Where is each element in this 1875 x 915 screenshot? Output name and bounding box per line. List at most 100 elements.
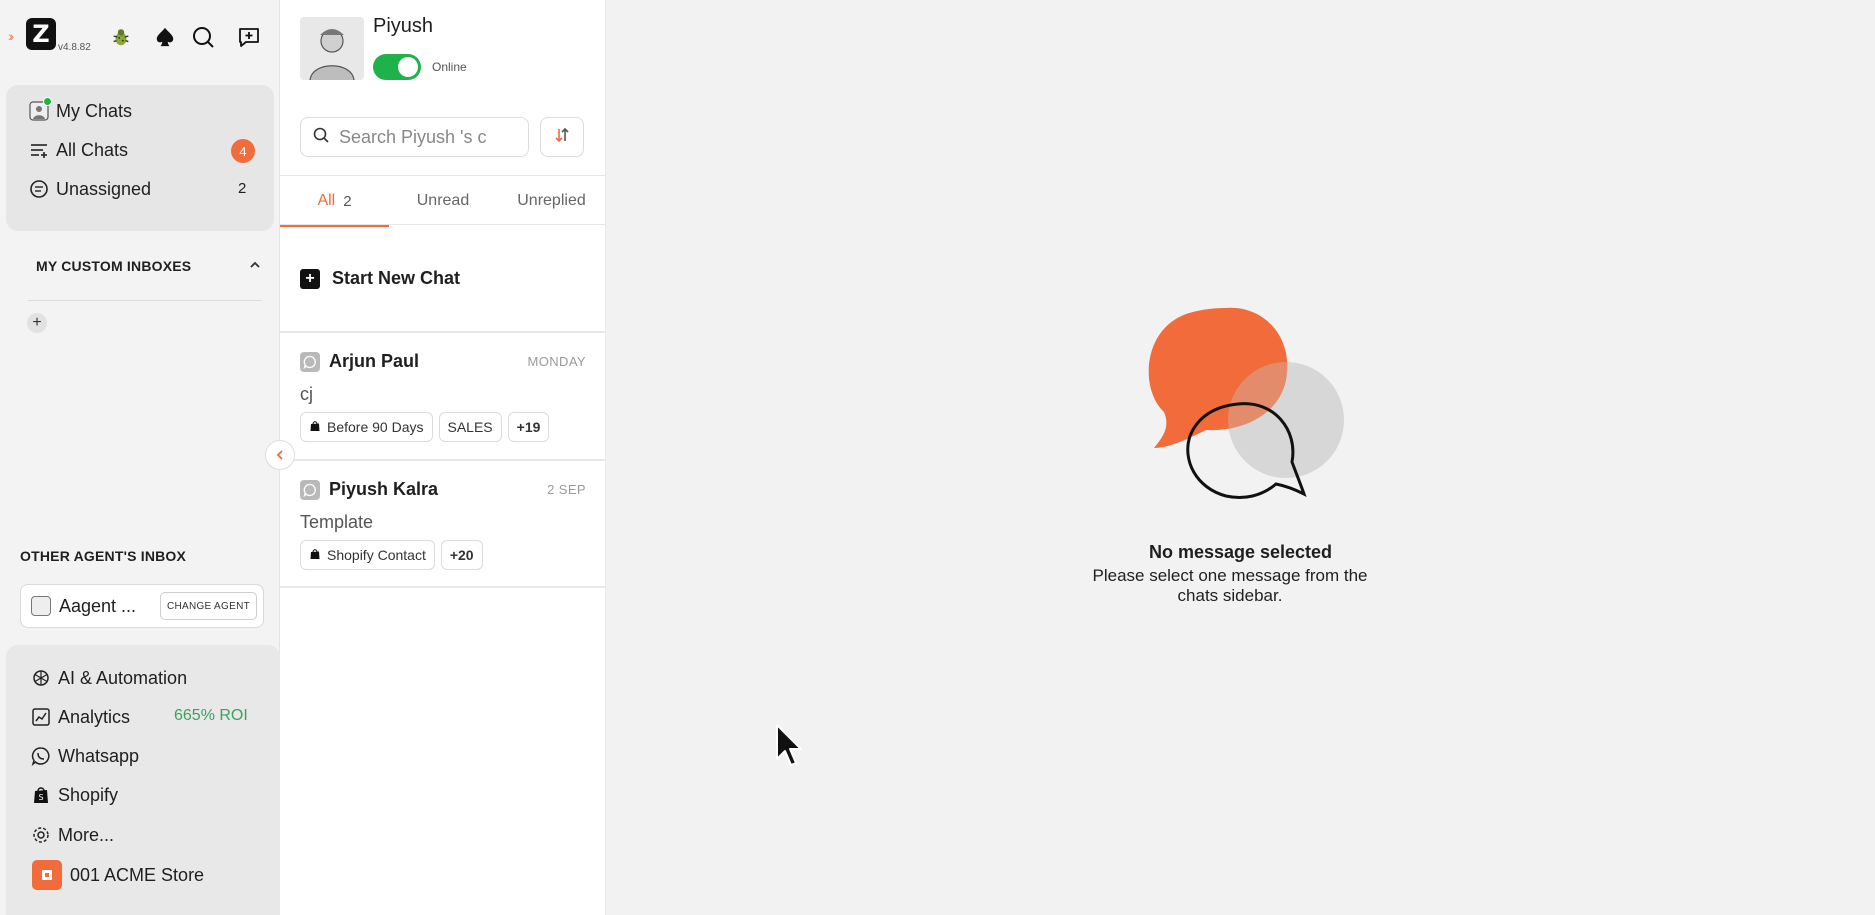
tab-unread[interactable]: Unread — [389, 176, 497, 226]
sort-arrows-icon — [553, 126, 571, 149]
add-inbox-button[interactable]: + — [27, 313, 47, 333]
compose-icon[interactable] — [234, 22, 264, 52]
empty-state-subtitle: Please select one message from the chats… — [1092, 566, 1368, 605]
chat-contact-name: Arjun Paul — [329, 351, 420, 371]
collapse-sidebar-button[interactable] — [265, 440, 295, 470]
chat-tag-more[interactable]: +20 — [440, 540, 483, 570]
chat-list-panel: Piyush Online All 2 Unread Unreplied + S… — [280, 0, 606, 915]
online-status-label: Online — [432, 60, 467, 74]
filter-list-icon — [28, 139, 50, 161]
chat-tag-more[interactable]: +19 — [507, 412, 550, 442]
nav-all-chats-label: All Chats — [56, 139, 129, 160]
search-icon[interactable] — [188, 22, 218, 52]
store-name: 001 ACME Store — [70, 864, 205, 885]
spade-icon[interactable] — [150, 22, 180, 52]
nav-shopify-label: Shopify — [58, 784, 119, 805]
chat-tag-label: Shopify Contact — [327, 547, 426, 563]
divider — [28, 300, 262, 301]
chat-bubbles-illustration — [1126, 300, 1356, 530]
agent-avatar — [31, 596, 51, 616]
nav-unassigned-label: Unassigned — [56, 178, 152, 199]
divider — [280, 331, 606, 333]
chart-icon — [30, 706, 52, 728]
change-agent-button[interactable]: CHANGE AGENT — [159, 592, 257, 620]
whatsapp-icon — [300, 352, 320, 372]
tab-all[interactable]: All 2 — [280, 176, 389, 227]
sort-button[interactable] — [540, 117, 584, 157]
chat-tag-label: Before 90 Days — [327, 419, 424, 435]
nav-more-label: More... — [58, 824, 115, 845]
whatsapp-icon — [30, 745, 52, 767]
tab-all-count: 2 — [343, 192, 352, 210]
nav-shopify[interactable]: S Shopify — [30, 782, 118, 808]
nav-ai-automation[interactable]: AI & Automation — [30, 665, 187, 691]
conversation-pane: No message selected Please select one me… — [606, 0, 1875, 915]
tab-unread-label: Unread — [416, 192, 470, 209]
nav-my-chats-label: My Chats — [56, 100, 133, 121]
unassigned-count: 2 — [238, 180, 247, 197]
agent-name: Aagent ... — [59, 596, 137, 616]
left-sidebar: ›› Z v4.8.82 My Chats All Chats 4 Unassi… — [0, 0, 280, 915]
store-selector[interactable]: 001 ACME Store — [32, 860, 205, 890]
nav-unassigned[interactable]: Unassigned — [28, 174, 151, 204]
search-icon — [313, 127, 329, 148]
all-chats-count-badge: 4 — [231, 139, 255, 163]
tab-unreplied[interactable]: Unreplied — [497, 176, 606, 226]
chat-list-item[interactable]: Piyush Kalra 2 SEP Template Shopify Cont… — [280, 462, 606, 587]
chat-tag[interactable]: Shopify Contact — [300, 540, 435, 570]
chat-last-message: cj — [300, 384, 313, 404]
chat-tag[interactable]: Before 90 Days — [300, 412, 433, 442]
online-status-toggle[interactable] — [373, 54, 421, 80]
online-dot — [43, 97, 52, 106]
empty-state-title: No message selected — [1148, 542, 1333, 562]
tab-all-label: All — [317, 192, 336, 209]
agent-selector[interactable]: Aagent ... CHANGE AGENT — [20, 584, 264, 628]
chat-tag[interactable]: SALES — [438, 412, 502, 442]
app-version: v4.8.82 — [58, 42, 91, 53]
gear-icon — [30, 824, 52, 846]
chat-bubble-icon — [28, 178, 50, 200]
start-new-chat-label: Start New Chat — [332, 268, 461, 288]
expand-sidebar-icon[interactable]: ›› — [8, 28, 15, 44]
profile-avatar[interactable] — [300, 17, 364, 80]
whatsapp-icon — [300, 480, 320, 500]
divider — [280, 459, 606, 461]
roi-label: 665% ROI — [174, 707, 248, 724]
nav-whatsapp-label: Whatsapp — [58, 745, 140, 766]
chat-last-message: Template — [300, 512, 374, 532]
shopify-icon: S — [30, 784, 52, 806]
other-agent-title: OTHER AGENT'S INBOX — [20, 548, 187, 564]
nav-analytics[interactable]: Analytics — [30, 704, 130, 730]
nav-all-chats[interactable]: All Chats — [28, 135, 128, 165]
shopify-icon — [309, 547, 321, 563]
bug-icon[interactable] — [106, 22, 136, 52]
svg-text:S: S — [38, 793, 43, 802]
chat-tags: Before 90 Days SALES +19 — [300, 412, 550, 442]
nav-my-chats[interactable]: My Chats — [28, 96, 132, 126]
mouse-pointer-icon — [775, 723, 805, 774]
app-logo: Z — [26, 18, 56, 50]
shopify-icon — [309, 419, 321, 435]
nav-ai-label: AI & Automation — [58, 667, 188, 688]
chevron-up-icon[interactable] — [248, 258, 262, 277]
ai-icon — [30, 667, 52, 689]
chat-list-item[interactable]: Arjun Paul MONDAY cj Before 90 Days SALE… — [280, 334, 606, 459]
chat-date: MONDAY — [527, 354, 586, 369]
tab-unreplied-label: Unreplied — [517, 192, 586, 209]
chat-contact-name: Piyush Kalra — [329, 479, 439, 499]
chat-tabs: All 2 Unread Unreplied — [280, 175, 606, 227]
plus-icon: + — [300, 268, 320, 289]
search-box[interactable] — [300, 117, 529, 157]
search-input[interactable] — [339, 126, 519, 148]
chat-tag-label: SALES — [447, 419, 493, 435]
nav-whatsapp[interactable]: Whatsapp — [30, 743, 139, 769]
store-icon — [32, 860, 62, 890]
custom-inboxes-title: MY CUSTOM INBOXES — [36, 258, 192, 274]
profile-name: Piyush — [373, 15, 434, 37]
chat-date: 2 SEP — [547, 482, 586, 497]
start-new-chat-button[interactable]: + Start New Chat — [300, 268, 460, 289]
chat-tags: Shopify Contact +20 — [300, 540, 483, 570]
nav-analytics-label: Analytics — [58, 706, 131, 727]
divider — [280, 586, 606, 588]
nav-more[interactable]: More... — [30, 822, 114, 848]
